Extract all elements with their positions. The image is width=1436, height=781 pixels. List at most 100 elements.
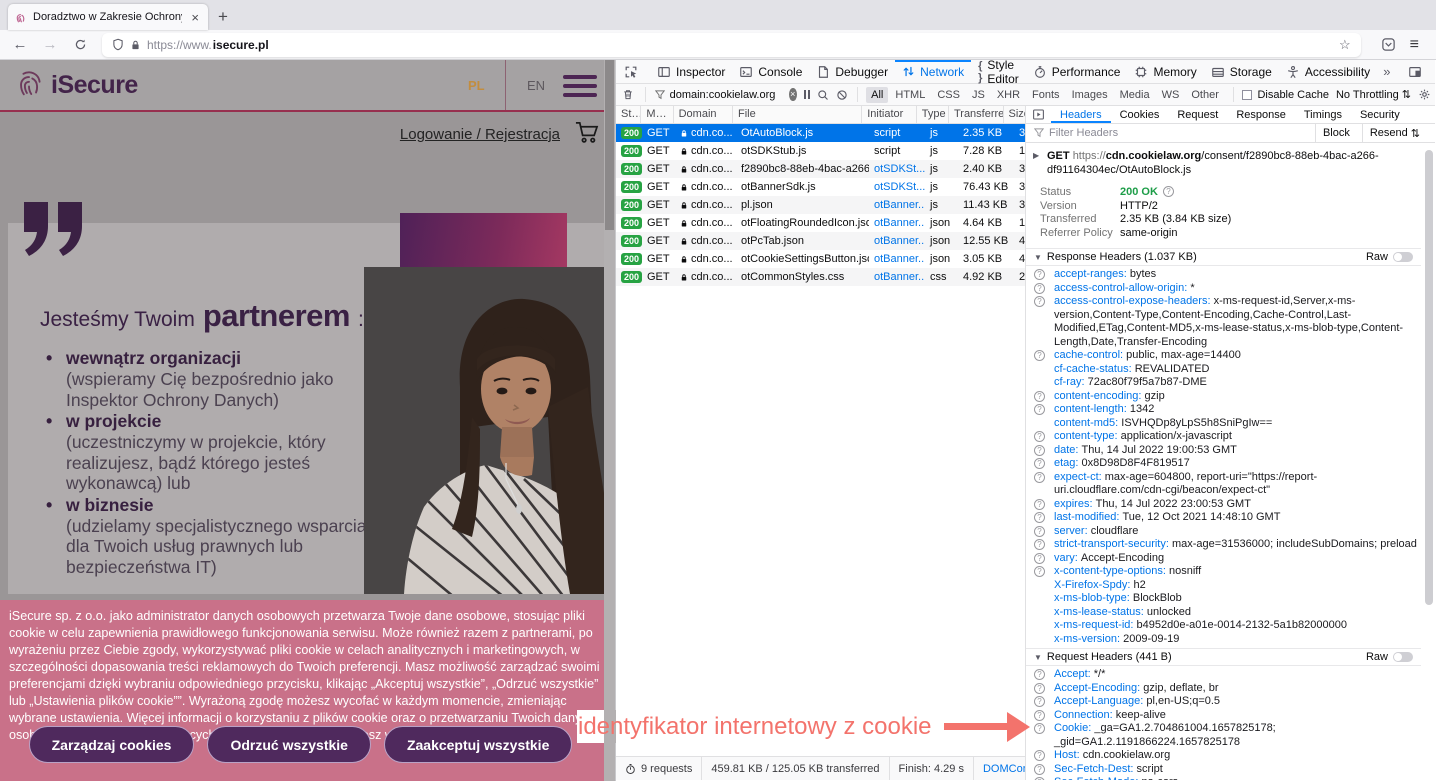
help-icon[interactable]: ? [1034,566,1045,577]
search-icon[interactable] [817,89,829,101]
type-filter-button[interactable]: Fonts [1027,87,1065,103]
help-icon[interactable]: ? [1034,391,1045,402]
table-row[interactable]: 200 GET cdn.co... pl.json otBanner... js… [616,196,1025,214]
type-filter-button[interactable]: Images [1067,87,1113,103]
block-button[interactable]: Block [1315,124,1357,142]
cookie-consent-button[interactable]: Odrzuć wszystkie [207,726,371,763]
request-filter-input[interactable]: domain:cookielaw.org [655,89,782,101]
details-scrollbar[interactable] [1425,146,1433,739]
type-filter-button[interactable]: CSS [932,87,965,103]
initiator-cell[interactable]: otBanner... [869,235,925,247]
help-icon[interactable]: ? [1034,431,1045,442]
network-settings-gear-icon[interactable] [1418,88,1431,101]
cookie-consent-button[interactable]: Zaakceptuj wszystkie [384,726,572,763]
help-icon[interactable]: ? [1034,764,1045,775]
checkbox-icon[interactable] [1242,90,1252,100]
clear-filter-icon[interactable]: × [789,88,797,101]
raw-toggle[interactable] [1393,652,1413,662]
table-row[interactable]: 200 GET cdn.co... otBannerSdk.js otSDKSt… [616,178,1025,196]
tab-console[interactable]: Console [732,60,809,83]
block-request-icon[interactable] [836,89,848,101]
clear-requests-icon[interactable] [620,88,636,101]
raw-toggle[interactable] [1393,252,1413,262]
shield-icon[interactable] [112,38,124,51]
browser-tab[interactable]: Doradztwo w Zakresie Ochrony Dany × [8,4,208,30]
type-filter-button[interactable]: All [866,87,888,103]
scrollbar-thumb[interactable] [605,60,614,230]
help-icon[interactable]: ? [1034,458,1045,469]
help-icon[interactable]: ? [1034,539,1045,550]
new-tab-button[interactable]: + [208,7,238,30]
column-header[interactable]: Transferred [949,106,1004,123]
initiator-cell[interactable]: otBanner... [869,271,925,283]
column-header[interactable]: Initiator [862,106,917,123]
tab-style-editor[interactable]: { } Style Editor [971,60,1026,83]
tab-close-icon[interactable]: × [188,10,202,25]
login-register-link[interactable]: Logowanie / Rejestracja [400,126,560,143]
help-icon[interactable]: ? [1034,553,1045,564]
resend-button[interactable]: Resend⇅ [1362,124,1427,142]
details-tab[interactable]: Response [1227,106,1295,123]
tab-memory[interactable]: Memory [1127,60,1203,83]
request-url-row[interactable]: ▶ GET https://cdn.cookielaw.org/consent/… [1026,143,1421,182]
page-scrollbar[interactable] [604,60,615,781]
initiator-cell[interactable]: otBanner... [869,199,925,211]
table-row[interactable]: 200 GET cdn.co... f2890bc8-88eb-4bac-a26… [616,160,1025,178]
back-icon[interactable]: ← [8,36,32,53]
help-icon[interactable]: ? [1034,350,1045,361]
pocket-icon[interactable] [1381,37,1396,52]
tab-performance[interactable]: Performance [1026,60,1128,83]
tab-storage[interactable]: Storage [1204,60,1279,83]
help-icon[interactable]: ? [1034,445,1045,456]
help-icon[interactable]: ? [1034,669,1045,680]
help-icon[interactable]: ? [1034,404,1045,415]
tab-debugger[interactable]: Debugger [809,60,895,83]
pick-element-button[interactable] [616,60,646,83]
help-icon[interactable]: ? [1034,710,1045,721]
help-icon[interactable]: ? [1034,269,1045,280]
table-row[interactable]: 200 GET cdn.co... otSDKStub.js script js… [616,142,1025,160]
scrollbar-thumb[interactable] [1425,150,1433,605]
help-icon[interactable]: ? [1034,696,1045,707]
initiator-cell[interactable]: otBanner... [869,253,925,265]
type-filter-button[interactable]: WS [1157,87,1185,103]
help-icon[interactable]: ? [1034,512,1045,523]
column-header[interactable]: St… [616,106,641,123]
initiator-cell[interactable]: script [869,127,925,139]
table-row[interactable]: 200 GET cdn.co... otCommonStyles.css otB… [616,268,1025,286]
help-icon[interactable]: ? [1163,186,1174,197]
initiator-cell[interactable]: otSDKSt... [869,163,925,175]
pause-traffic-icon[interactable] [804,90,810,99]
type-filter-button[interactable]: JS [967,87,990,103]
bookmark-star-icon[interactable]: ☆ [1339,37,1351,53]
help-icon[interactable]: ? [1034,526,1045,537]
collapse-details-icon[interactable] [1026,106,1051,123]
column-header[interactable]: Type [917,106,949,123]
forward-icon[interactable]: → [38,36,62,53]
help-icon[interactable]: ? [1034,499,1045,510]
hamburger-menu-icon[interactable]: ≡ [1410,36,1418,54]
details-tab[interactable]: Timings [1295,106,1351,123]
separate-window-icon[interactable] [1430,60,1436,83]
help-icon[interactable]: ? [1034,283,1045,294]
help-icon[interactable]: ? [1034,750,1045,761]
tab-inspector[interactable]: Inspector [650,60,732,83]
response-headers-section[interactable]: ▼Response Headers (1.037 KB) Raw [1026,248,1421,266]
help-icon[interactable]: ? [1034,683,1045,694]
initiator-cell[interactable]: script [869,145,925,157]
table-row[interactable]: 200 GET cdn.co... OtAutoBlock.js script … [616,124,1025,142]
lang-switch-en[interactable]: EN [527,78,545,93]
column-header[interactable]: Size [1004,106,1026,123]
details-tab[interactable]: Headers [1051,106,1111,123]
help-icon[interactable]: ? [1034,777,1045,780]
cart-icon[interactable] [574,120,599,144]
type-filter-button[interactable]: Media [1115,87,1155,103]
lang-switch-pl[interactable]: PL [468,78,485,93]
disable-cache-checkbox[interactable]: Disable Cache [1242,89,1329,101]
responsive-mode-icon[interactable] [1400,60,1430,83]
help-icon[interactable]: ? [1034,472,1045,483]
type-filter-button[interactable]: HTML [890,87,930,103]
column-header[interactable]: Domain [674,106,733,123]
tab-network[interactable]: Network [895,60,971,83]
more-tools-icon[interactable]: » [1377,60,1396,83]
